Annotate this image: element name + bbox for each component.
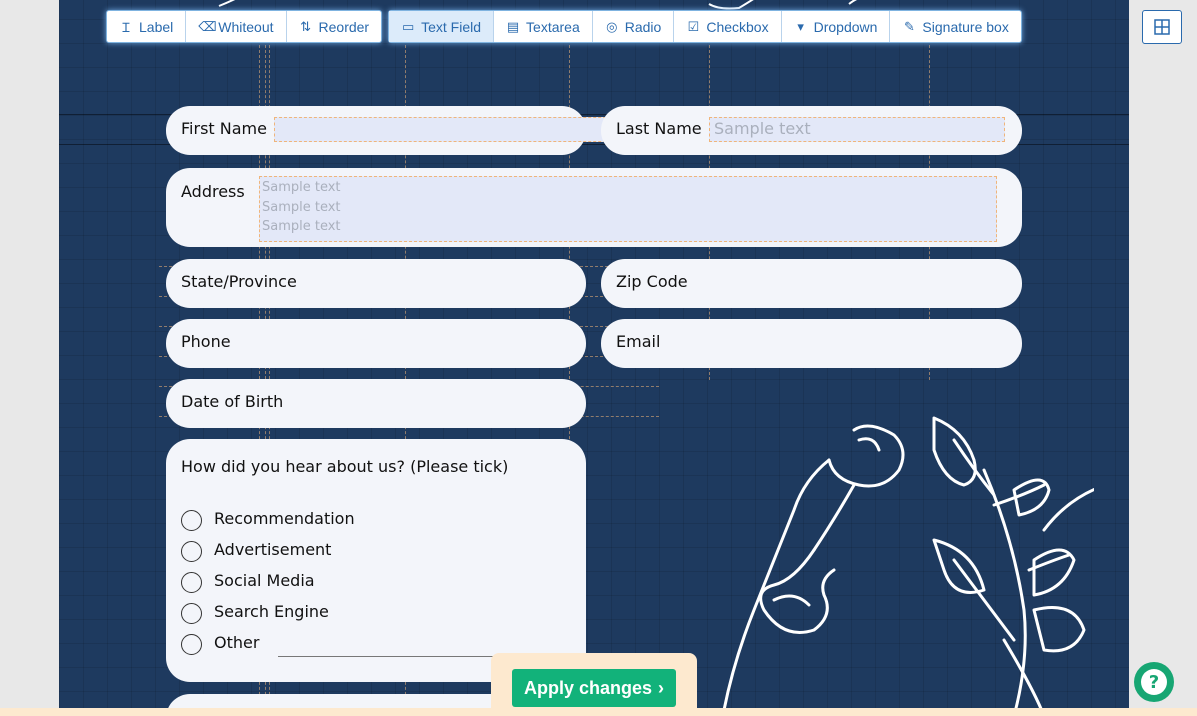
field-toolbar: Ɪ Label ⌫ Whiteout ⇅ Reorder ▭ Text Fiel…: [106, 10, 1022, 43]
zip-field: Zip Code: [601, 259, 1022, 308]
radio-option-advertisement[interactable]: Advertisement: [181, 537, 331, 562]
state-label: State/Province: [181, 272, 297, 291]
toolbar-group-edit: Ɪ Label ⌫ Whiteout ⇅ Reorder: [106, 10, 383, 43]
phone-label: Phone: [181, 332, 231, 351]
eraser-icon: ⌫: [198, 18, 217, 34]
radio-circle[interactable]: [181, 510, 202, 531]
textarea-tool-text: Textarea: [526, 18, 580, 35]
email-field: Email: [601, 319, 1022, 368]
checkbox-tool-text: Checkbox: [706, 18, 769, 35]
grid-icon: [1154, 19, 1170, 35]
checkbox-icon: ☑: [687, 18, 700, 34]
radio-circle[interactable]: [181, 603, 202, 624]
address-label: Address: [181, 182, 245, 201]
radio-circle[interactable]: [181, 541, 202, 562]
signature-tool-button[interactable]: ✎ Signature box: [890, 11, 1020, 42]
reorder-tool-button[interactable]: ⇅ Reorder: [287, 11, 382, 42]
help-button[interactable]: ?: [1134, 662, 1174, 702]
radio-tool-button[interactable]: ◎ Radio: [593, 11, 675, 42]
text-field-tool-text: Text Field: [421, 18, 482, 35]
radio-label: Search Engine: [214, 602, 329, 621]
hear-about-field: How did you hear about us? (Please tick)…: [166, 439, 586, 682]
address-field: Address Sample text Sample text Sample t…: [166, 168, 1022, 247]
chevron-right-icon: ›: [658, 677, 665, 698]
toolbar-group-fields: ▭ Text Field ▤ Textarea ◎ Radio ☑ Checkb…: [388, 10, 1022, 43]
last-name-label: Last Name: [616, 119, 702, 138]
radio-label: Recommendation: [214, 509, 355, 528]
apply-changes-button[interactable]: Apply changes ›: [512, 669, 676, 707]
text-field-tool-button[interactable]: ▭ Text Field: [389, 11, 495, 42]
svg-text:?: ?: [1149, 672, 1159, 693]
dropdown-tool-text: Dropdown: [813, 18, 878, 35]
first-name-field: First Name: [166, 106, 676, 155]
address-placeholder-3: Sample text: [262, 219, 341, 234]
address-textarea[interactable]: Sample text Sample text Sample text: [259, 176, 997, 242]
radio-option-recommendation[interactable]: Recommendation: [181, 506, 355, 531]
email-label: Email: [616, 332, 661, 351]
zip-label: Zip Code: [616, 272, 688, 291]
dropdown-tool-button[interactable]: ▾ Dropdown: [782, 11, 891, 42]
reorder-icon: ⇅: [300, 18, 311, 34]
signature-tool-text: Signature box: [922, 18, 1009, 35]
text-size-icon: Ɪ: [122, 19, 130, 35]
radio-option-search-engine[interactable]: Search Engine: [181, 599, 329, 624]
label-tool-text: Label: [139, 18, 174, 35]
radio-label: Other: [214, 633, 260, 652]
phone-field: Phone: [166, 319, 586, 368]
textarea-tool-button[interactable]: ▤ Textarea: [494, 11, 593, 42]
radio-icon: ◎: [606, 18, 618, 34]
question-icon: ?: [1141, 669, 1167, 695]
radio-label: Social Media: [214, 571, 315, 590]
phone-leaves-illustration: [722, 416, 1094, 716]
hear-question: How did you hear about us? (Please tick): [181, 457, 509, 476]
radio-circle[interactable]: [181, 572, 202, 593]
last-name-field: Last Name Sample text: [601, 106, 1022, 155]
radio-option-social-media[interactable]: Social Media: [181, 568, 315, 593]
address-placeholder-1: Sample text: [262, 180, 341, 195]
dob-label: Date of Birth: [181, 392, 284, 411]
dob-field: Date of Birth: [166, 379, 586, 428]
radio-label: Advertisement: [214, 540, 332, 559]
signature-icon: ✎: [903, 18, 915, 34]
layout-grid-button[interactable]: [1142, 10, 1182, 44]
last-name-placeholder: Sample text: [714, 119, 811, 138]
last-name-input[interactable]: Sample text: [709, 117, 1005, 142]
dropdown-icon: ▾: [797, 18, 804, 34]
first-name-label: First Name: [181, 119, 267, 138]
text-field-icon: ▭: [401, 18, 415, 34]
textarea-icon: ▤: [506, 18, 520, 34]
whiteout-tool-text: Whiteout: [218, 18, 274, 35]
whiteout-tool-button[interactable]: ⌫ Whiteout: [186, 11, 287, 42]
radio-option-other[interactable]: Other: [181, 630, 259, 655]
reorder-tool-text: Reorder: [318, 18, 370, 35]
radio-circle[interactable]: [181, 634, 202, 655]
pdf-page: First Name Last Name Sample text Address…: [59, 0, 1129, 716]
apply-changes-panel: Apply changes ›: [491, 653, 697, 716]
checkbox-tool-button[interactable]: ☑ Checkbox: [674, 11, 782, 42]
address-placeholder-2: Sample text: [262, 199, 341, 215]
state-field: State/Province: [166, 259, 586, 308]
label-tool-button[interactable]: Ɪ Label: [107, 11, 187, 42]
apply-changes-label: Apply changes: [523, 677, 653, 698]
radio-tool-text: Radio: [624, 18, 662, 35]
